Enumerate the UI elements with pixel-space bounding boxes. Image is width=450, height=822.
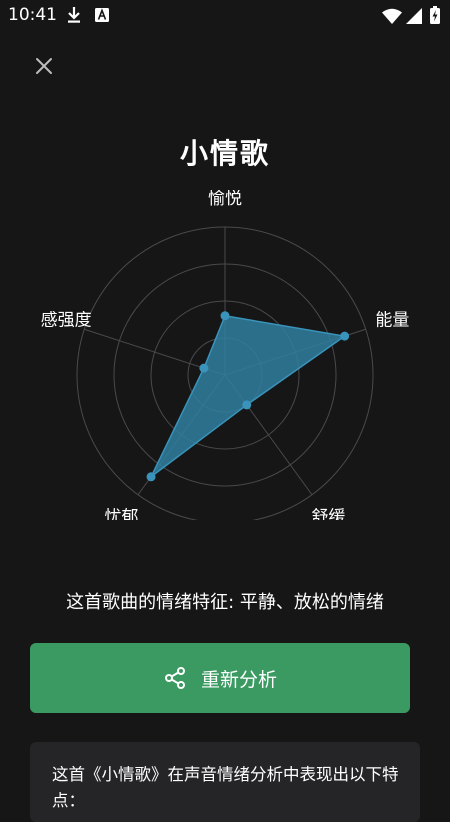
reanalyze-button-label: 重新分析 [200, 668, 277, 691]
reanalyze-button[interactable]: 重新分析 [30, 643, 410, 713]
battery-charging-icon [430, 6, 440, 24]
radar-axis-label: 能量 [375, 311, 409, 331]
status-bar: 10:41 [0, 0, 450, 32]
radar-data-point [340, 331, 350, 341]
wifi-icon [382, 8, 402, 24]
radar-axis-label: 愉悦 [208, 190, 242, 209]
status-time: 10:41 [8, 5, 57, 25]
radar-data-point [220, 311, 230, 321]
a-notification-icon [95, 8, 109, 22]
signal-icon [406, 8, 422, 24]
emotion-radar-chart: 愉悦能量舒缓 忧郁 情感强度 [40, 190, 409, 520]
analysis-text: 这首《小情歌》在声音情绪分析中表现出以下特点： [52, 765, 399, 810]
radar-axis-label: 舒缓 [311, 507, 345, 520]
radar-axis-label: 情感强度 [40, 311, 92, 331]
radar-data-point [242, 400, 252, 410]
song-title: 小情歌 [179, 137, 270, 170]
analysis-card: 这首《小情歌》在声音情绪分析中表现出以下特点： [30, 742, 420, 822]
close-icon[interactable] [30, 52, 58, 80]
emotion-summary: 这首歌曲的情绪特征: 平静、放松的情绪 [66, 592, 384, 613]
radar-data-point [199, 363, 209, 373]
radar-data-point [146, 472, 156, 482]
radar-axis-label: 忧郁 [105, 507, 139, 520]
radar-data-area [150, 314, 347, 478]
share-icon [164, 667, 185, 689]
download-icon [68, 7, 80, 23]
